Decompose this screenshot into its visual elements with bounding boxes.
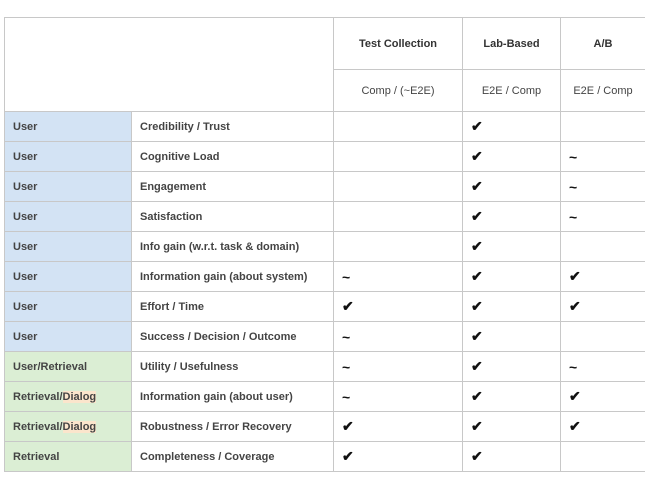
table-row: User Engagement ✔ ~ (4, 171, 645, 202)
category-part-retrieval: Retrieval/ (13, 420, 63, 433)
metric-cell: Engagement (131, 171, 334, 202)
lab-based-cell: ✔ (462, 381, 561, 412)
category-cell: User (4, 111, 132, 142)
test-collection-cell: ~ (333, 261, 463, 292)
test-collection-cell: ✔ (333, 441, 463, 472)
category-cell: User (4, 171, 132, 202)
metric-cell: Credibility / Trust (131, 111, 334, 142)
category-cell: User (4, 201, 132, 232)
category-cell: User (4, 321, 132, 352)
col-header-test-collection: Test Collection (333, 17, 463, 70)
metric-cell: Completeness / Coverage (131, 441, 334, 472)
table-row: User Info gain (w.r.t. task & domain) ✔ (4, 231, 645, 262)
test-collection-cell (333, 201, 463, 232)
metric-cell: Utility / Usefulness (131, 351, 334, 382)
col-header-lab-based: Lab-Based (462, 17, 561, 70)
col-header-ab: A/B (560, 17, 645, 70)
ab-cell: ~ (560, 351, 645, 382)
lab-based-cell: ✔ (462, 201, 561, 232)
subheader-lab-based: E2E / Comp (462, 69, 561, 112)
metric-cell: Info gain (w.r.t. task & domain) (131, 231, 334, 262)
test-collection-cell: ~ (333, 381, 463, 412)
lab-based-cell: ✔ (462, 291, 561, 322)
category-cell: User (4, 141, 132, 172)
category-cell: User (4, 231, 132, 262)
metric-cell: Cognitive Load (131, 141, 334, 172)
metric-cell: Effort / Time (131, 291, 334, 322)
metric-cell: Information gain (about user) (131, 381, 334, 412)
subheader-test-collection: Comp / (~E2E) (333, 69, 463, 112)
header-row: Test Collection Lab-Based A/B (4, 17, 645, 112)
category-cell: Retrieval/Dialog (4, 381, 132, 412)
lab-based-cell: ✔ (462, 441, 561, 472)
table-row: User Credibility / Trust ✔ (4, 111, 645, 142)
lab-based-cell: ✔ (462, 321, 561, 352)
lab-based-cell: ✔ (462, 261, 561, 292)
ab-cell (560, 111, 645, 142)
category-part-retrieval: Retrieval/ (13, 390, 63, 403)
lab-based-cell: ✔ (462, 411, 561, 442)
table-row: User/Retrieval Utility / Usefulness ~ ✔ … (4, 351, 645, 382)
category-cell: User (4, 261, 132, 292)
test-collection-cell: ~ (333, 351, 463, 382)
test-collection-cell (333, 171, 463, 202)
test-collection-cell (333, 141, 463, 172)
category-cell: User (4, 291, 132, 322)
ab-cell: ✔ (560, 261, 645, 292)
ab-cell: ✔ (560, 291, 645, 322)
category-cell: Retrieval/Dialog (4, 411, 132, 442)
empty-corner-cell (4, 17, 334, 112)
ab-cell: ~ (560, 201, 645, 232)
metric-cell: Information gain (about system) (131, 261, 334, 292)
subheader-ab: E2E / Comp (560, 69, 645, 112)
lab-based-cell: ✔ (462, 111, 561, 142)
ab-cell: ✔ (560, 381, 645, 412)
category-part-dialog: Dialog (62, 420, 97, 433)
test-collection-cell (333, 111, 463, 142)
table-row: User Satisfaction ✔ ~ (4, 201, 645, 232)
test-collection-cell (333, 231, 463, 262)
lab-based-cell: ✔ (462, 351, 561, 382)
ab-cell: ✔ (560, 411, 645, 442)
category-part-user: User (13, 360, 38, 373)
ab-cell: ~ (560, 141, 645, 172)
table-row: User Effort / Time ✔ ✔ ✔ (4, 291, 645, 322)
metric-cell: Robustness / Error Recovery (131, 411, 334, 442)
table-row: User Success / Decision / Outcome ~ ✔ (4, 321, 645, 352)
ab-cell (560, 231, 645, 262)
table-row: Retrieval/Dialog Information gain (about… (4, 381, 645, 412)
test-collection-cell: ✔ (333, 411, 463, 442)
lab-based-cell: ✔ (462, 141, 561, 172)
category-cell: Retrieval (4, 441, 132, 472)
test-collection-cell: ~ (333, 321, 463, 352)
evaluation-table: Test Collection Lab-Based A/B Comp / (~E… (4, 17, 645, 472)
metric-cell: Success / Decision / Outcome (131, 321, 334, 352)
lab-based-cell: ✔ (462, 231, 561, 262)
table-row: Retrieval/Dialog Robustness / Error Reco… (4, 411, 645, 442)
table-row: User Information gain (about system) ~ ✔… (4, 261, 645, 292)
lab-based-cell: ✔ (462, 171, 561, 202)
metric-cell: Satisfaction (131, 201, 334, 232)
ab-cell (560, 321, 645, 352)
table-row: User Cognitive Load ✔ ~ (4, 141, 645, 172)
ab-cell: ~ (560, 171, 645, 202)
test-collection-cell: ✔ (333, 291, 463, 322)
ab-cell (560, 441, 645, 472)
category-part-dialog: Dialog (62, 390, 97, 403)
category-cell: User/Retrieval (4, 351, 132, 382)
category-part-retrieval: /Retrieval (37, 360, 87, 373)
table-row: Retrieval Completeness / Coverage ✔ ✔ (4, 441, 645, 472)
